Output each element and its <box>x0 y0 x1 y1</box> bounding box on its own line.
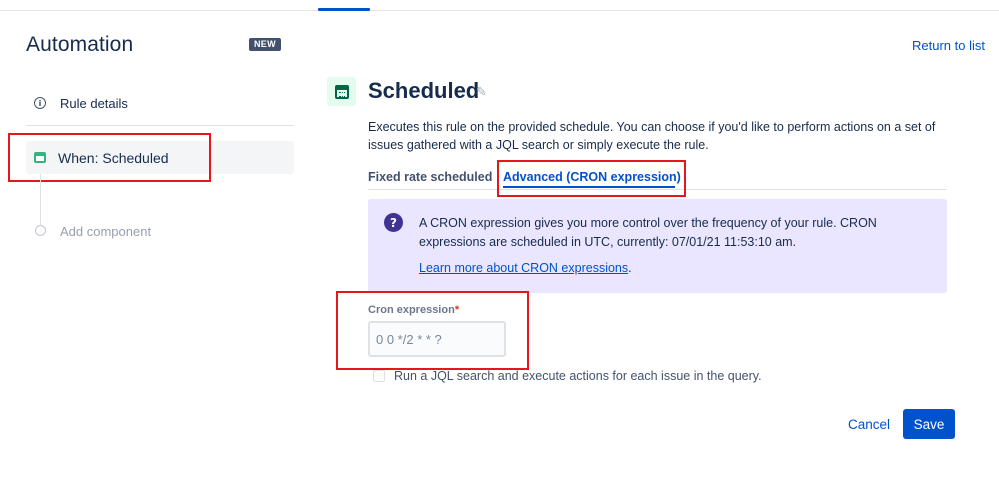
trigger-description: Executes this rule on the provided sched… <box>368 120 936 152</box>
annotation-box-advanced-tab <box>497 160 686 197</box>
timeline-dot <box>35 225 46 236</box>
jql-search-option[interactable]: Run a JQL search and execute actions for… <box>373 369 762 383</box>
timeline-connector <box>40 174 41 225</box>
trigger-title: Scheduled <box>368 78 480 103</box>
info-link-suffix: . <box>628 261 632 275</box>
sidebar-item-label: Rule details <box>60 95 128 111</box>
question-icon: ? <box>384 213 403 232</box>
jql-checkbox[interactable] <box>373 370 385 382</box>
annotation-box-when-scheduled <box>8 133 211 182</box>
sidebar-item-rule-details[interactable]: i Rule details <box>34 93 128 113</box>
save-button[interactable]: Save <box>903 409 955 439</box>
annotation-box-cron-field <box>336 291 529 370</box>
top-tab-indicator <box>318 8 370 11</box>
pencil-icon[interactable]: ✎ <box>476 85 487 100</box>
info-text: A CRON expression gives you more control… <box>419 216 877 249</box>
calendar-icon <box>334 84 349 99</box>
jql-checkbox-label: Run a JQL search and execute actions for… <box>394 369 762 383</box>
info-link-row: Learn more about CRON expressions. <box>419 261 632 275</box>
app-title: Automation <box>26 33 134 56</box>
learn-more-cron-link[interactable]: Learn more about CRON expressions <box>419 261 628 275</box>
sidebar-divider <box>26 125 294 126</box>
info-panel: ? A CRON expression gives you more contr… <box>368 199 947 293</box>
trigger-icon-tile <box>327 77 356 106</box>
tab-fixed-rate[interactable]: Fixed rate scheduled <box>368 170 492 184</box>
add-component-button[interactable]: Add component <box>60 224 151 239</box>
cancel-button[interactable]: Cancel <box>838 410 900 438</box>
top-divider <box>0 10 999 11</box>
new-badge: NEW <box>249 38 281 51</box>
info-icon: i <box>34 97 46 109</box>
return-to-list-link[interactable]: Return to list <box>912 38 985 53</box>
